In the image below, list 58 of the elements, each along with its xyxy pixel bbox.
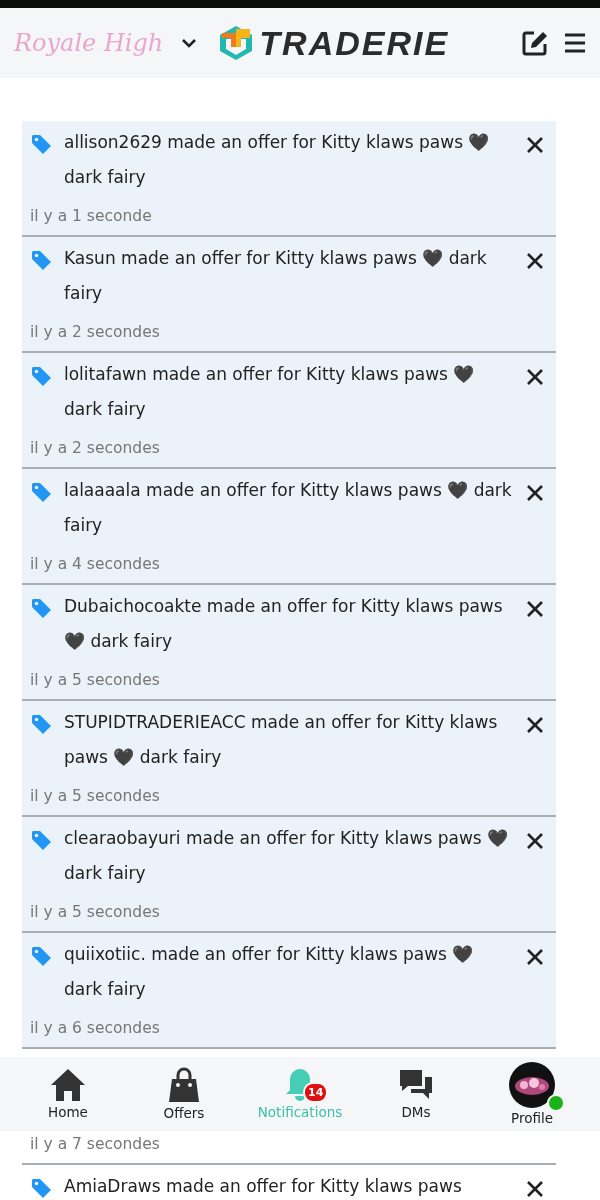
close-icon[interactable]	[526, 136, 544, 154]
notification-card[interactable]: lalaaaala made an offer for Kitty klaws paws 🖤 dark fairy il y a 4 secondes	[22, 469, 556, 585]
notification-time: il y a 5 secondes	[30, 903, 161, 921]
brand-name[interactable]: TRADERIE	[259, 23, 450, 63]
close-icon[interactable]	[526, 484, 544, 502]
notification-time: il y a 6 secondes	[30, 1019, 161, 1037]
notification-time: il y a 5 secondes	[30, 671, 161, 689]
notification-time: il y a 5 secondes	[30, 787, 161, 805]
tag-icon	[30, 133, 54, 157]
close-icon[interactable]	[526, 716, 544, 734]
close-icon[interactable]	[526, 948, 544, 966]
notification-text: lolitafawn made an offer for Kitty klaws paws 🖤 dark fairy	[64, 363, 476, 421]
notification-card[interactable]: lolitafawn made an offer for Kitty klaws paws 🖤 dark fairy il y a 2 secondes	[22, 353, 556, 469]
tag-icon	[30, 481, 54, 505]
notification-time: il y a 1 seconde	[30, 207, 153, 225]
nav-tab[interactable]: Home	[13, 1068, 123, 1120]
bag-icon	[168, 1067, 200, 1103]
notification-text: AmiaDraws made an offer for Kitty klaws paws	[64, 1175, 463, 1198]
tag-icon	[30, 945, 54, 969]
chevron-down-icon[interactable]	[181, 37, 198, 49]
notification-card[interactable]: clearaobayuri made an offer for Kitty klaws paws 🖤 dark fairy il y a 5 secondes	[22, 817, 556, 933]
tag-icon	[30, 365, 54, 389]
home-icon	[50, 1068, 86, 1102]
notification-text: Kasun made an offer for Kitty klaws paws 🖤 dark fairy	[64, 247, 488, 305]
notification-card[interactable]: STUPIDTRADERIEACC made an offer for Kitty klaws paws 🖤 dark fairy il y a 5 secondes	[22, 701, 556, 817]
close-icon[interactable]	[526, 600, 544, 618]
nav-tab[interactable]: Profile	[477, 1062, 587, 1126]
tag-icon	[30, 713, 54, 737]
notification-card[interactable]: Dubaichocoakte made an offer for Kitty klaws paws 🖤 dark fairy il y a 5 secondes	[22, 585, 556, 701]
tag-icon	[30, 1177, 54, 1200]
close-icon[interactable]	[526, 832, 544, 850]
notification-time: il y a 2 secondes	[30, 439, 161, 457]
notification-text: Dubaichocoakte made an offer for Kitty klaws paws 🖤 dark fairy	[64, 595, 504, 653]
notification-text: clearaobayuri made an offer for Kitty klaws paws 🖤 dark fairy	[64, 827, 510, 885]
avatar	[509, 1062, 555, 1108]
count-badge: 14	[303, 1082, 329, 1103]
nav-tab[interactable]: Offers	[129, 1067, 239, 1121]
notification-card[interactable]: allison2629 made an offer for Kitty klaws paws 🖤 dark fairy il y a 1 seconde	[22, 121, 556, 237]
nav-tab[interactable]: DMs	[361, 1068, 471, 1120]
notification-text: lalaaaala made an offer for Kitty klaws paws 🖤 dark fairy	[64, 479, 513, 537]
notification-text: quiixotiic. made an offer for Kitty klaws paws 🖤 dark fairy	[64, 943, 475, 1001]
tag-icon	[30, 829, 54, 853]
menu-icon[interactable]	[564, 33, 586, 53]
edit-icon[interactable]	[522, 30, 548, 56]
tag-icon	[30, 597, 54, 621]
notification-card[interactable]: quiixotiic. made an offer for Kitty klaws paws 🖤 dark fairy il y a 6 secondes	[22, 933, 556, 1049]
logo-icon	[219, 25, 254, 61]
close-icon[interactable]	[526, 368, 544, 386]
nav-tab[interactable]: Notifications 14	[245, 1068, 355, 1120]
notification-text: allison2629 made an offer for Kitty klaws paws 🖤 dark fairy	[64, 131, 491, 189]
notification-time: il y a 4 secondes	[30, 555, 161, 573]
notification-text: STUPIDTRADERIEACC made an offer for Kitty klaws paws 🖤 dark fairy	[64, 711, 499, 769]
close-icon[interactable]	[526, 1180, 544, 1198]
notification-time: il y a 7 secondes	[30, 1135, 161, 1153]
notification-time: il y a 2 secondes	[30, 323, 161, 341]
notification-card[interactable]: Kasun made an offer for Kitty klaws paws 🖤 dark fairy il y a 2 secondes	[22, 237, 556, 353]
tag-icon	[30, 249, 54, 273]
close-icon[interactable]	[526, 252, 544, 270]
